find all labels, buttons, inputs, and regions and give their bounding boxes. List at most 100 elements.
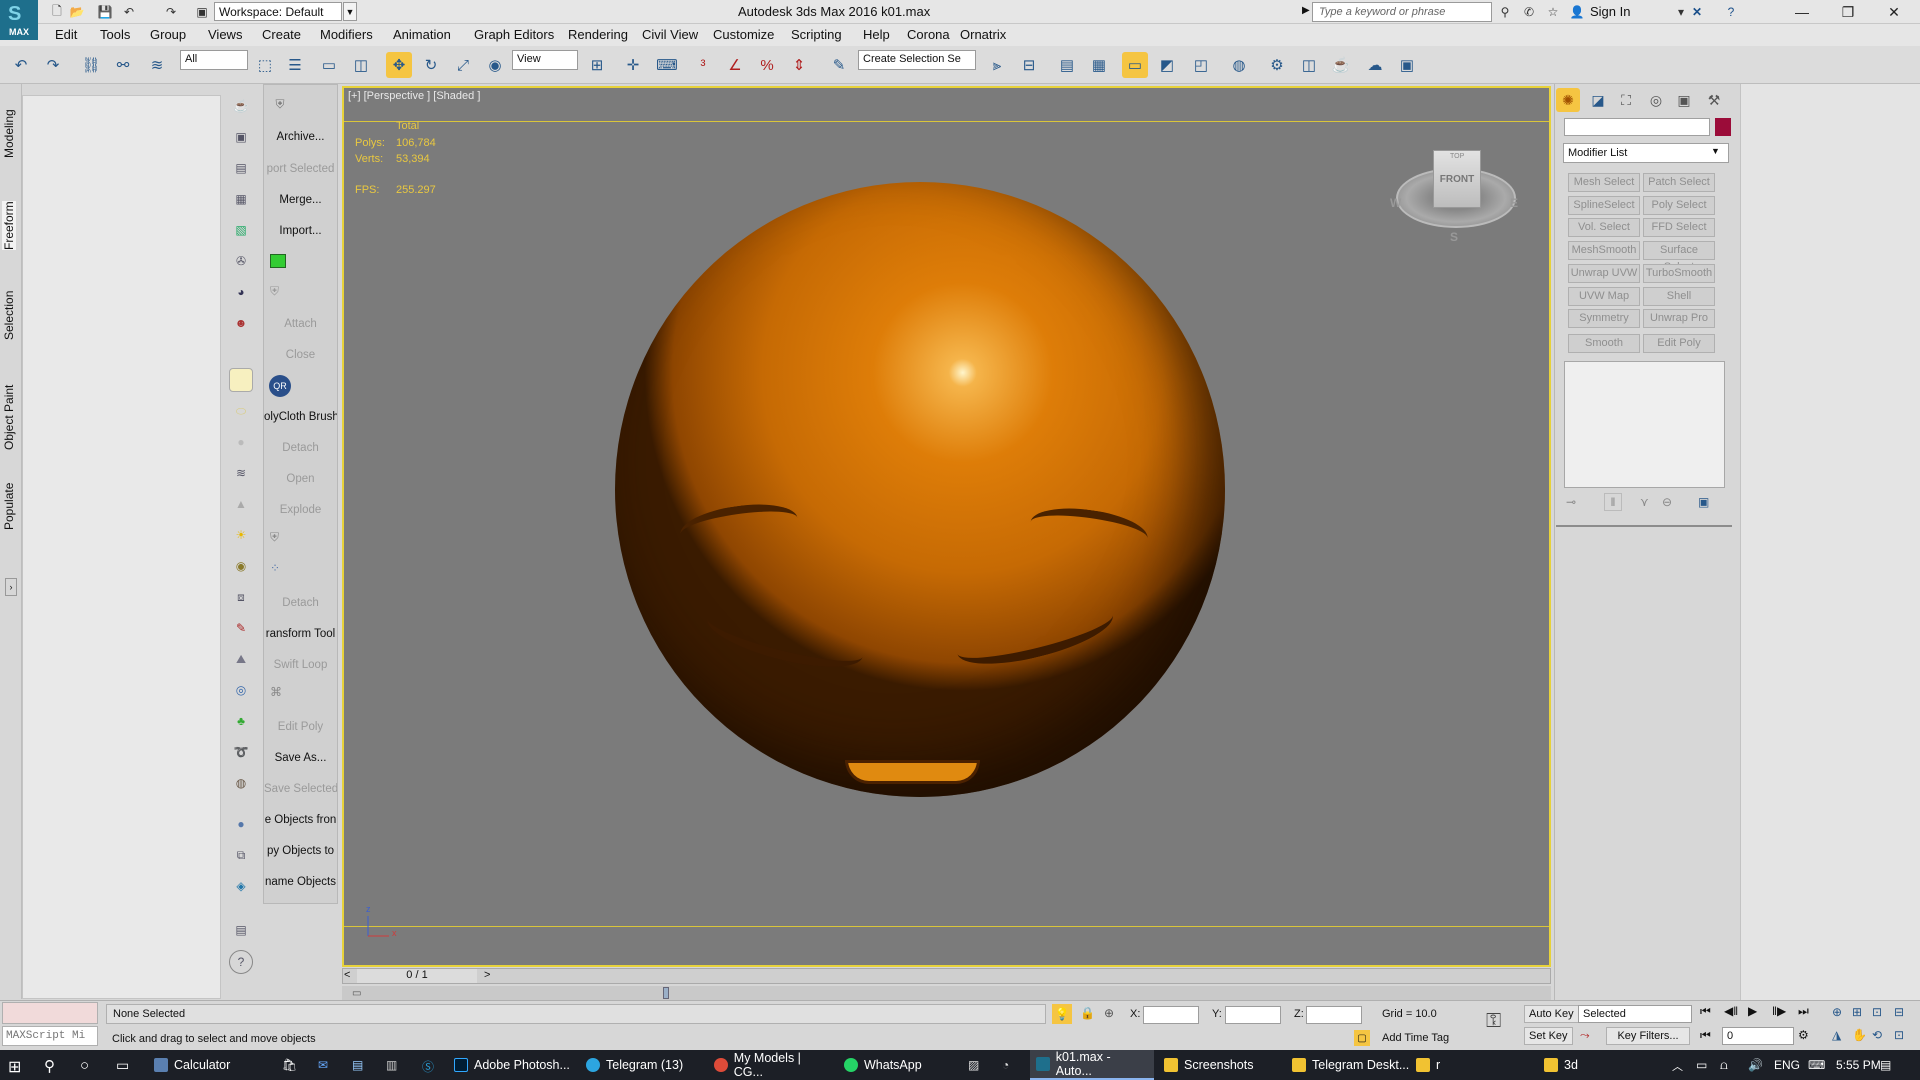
search-icon[interactable]: ⚲ <box>44 1057 55 1075</box>
percent-snap-icon[interactable]: % <box>754 52 780 78</box>
volume-icon[interactable]: 🔊 <box>1748 1058 1763 1072</box>
modifier-list-dropdown[interactable]: Modifier List <box>1563 143 1729 163</box>
object-color-swatch[interactable] <box>1715 118 1731 136</box>
modifier-button[interactable]: Smooth <box>1568 334 1640 353</box>
utilities-tab-icon[interactable]: ⚒ <box>1702 88 1726 112</box>
time-next-button[interactable]: > <box>484 969 490 981</box>
pin-stack-icon[interactable]: ⊸ <box>1566 495 1576 509</box>
layers-icon[interactable]: ⧉ <box>229 843 253 867</box>
pivot-center-icon[interactable]: ⊞ <box>584 52 610 78</box>
bust-icon[interactable]: ◕ <box>229 280 253 304</box>
sphere-icon[interactable]: ● <box>229 430 253 454</box>
modifier-button[interactable]: Edit Poly <box>1643 334 1715 353</box>
maxscript-mini-listener[interactable]: MAXScript Mi <box>2 1026 98 1046</box>
mirror-icon[interactable]: ⫸ <box>984 52 1010 78</box>
go-to-start-icon[interactable]: ⏮ <box>1700 1004 1711 1019</box>
attach-button[interactable]: Attach <box>264 318 337 330</box>
sign-in-link[interactable]: Sign In <box>1590 4 1630 19</box>
maximize-viewport-icon[interactable]: ⊡ <box>1894 1028 1904 1042</box>
select-object-icon[interactable]: ⬚ <box>252 52 278 78</box>
tab-populate[interactable]: Populate <box>2 483 16 530</box>
field-of-view-icon[interactable]: ◮ <box>1832 1028 1841 1042</box>
notifications-icon[interactable]: ▤ <box>1880 1058 1891 1072</box>
modifier-stack[interactable] <box>1564 361 1725 488</box>
app-logo-button[interactable]: S MAX <box>0 0 38 40</box>
auto-key-button[interactable]: Auto Key <box>1524 1005 1579 1023</box>
time-frame-indicator[interactable]: 0 / 1 <box>357 969 477 983</box>
keyboard-icon[interactable]: ⌨ <box>1808 1058 1825 1072</box>
modifier-button[interactable]: Poly Select <box>1643 196 1715 215</box>
new-file-icon[interactable]: 🗋 <box>48 3 66 21</box>
ribbon-expand-icon[interactable]: › <box>5 578 17 596</box>
key-mode-dropdown[interactable]: Selected <box>1578 1005 1692 1023</box>
modifier-button[interactable]: Symmetry <box>1568 309 1640 328</box>
taskbar-item[interactable]: 3d <box>1538 1050 1666 1080</box>
app-icon[interactable]: ▥ <box>386 1058 397 1072</box>
communication-icon[interactable]: ✆ <box>1520 3 1538 21</box>
menu-animation[interactable]: Animation <box>393 27 451 42</box>
globe-icon[interactable]: ◎ <box>229 678 253 702</box>
sun-icon[interactable]: ☀ <box>229 523 253 547</box>
menu-rendering[interactable]: Rendering <box>568 27 628 42</box>
modifier-button[interactable]: Shell <box>1643 287 1715 306</box>
modifier-button[interactable]: Unwrap UVW <box>1568 264 1640 283</box>
z-coordinate-field[interactable] <box>1306 1006 1362 1024</box>
modify-tab-icon[interactable]: ◪ <box>1586 88 1610 112</box>
ellipse-icon[interactable]: ⬭ <box>229 399 253 423</box>
copy-objects-button[interactable]: py Objects to <box>264 845 337 857</box>
taskbar-item[interactable]: Telegram Deskt... <box>1286 1050 1422 1080</box>
spider-icon[interactable]: ⌘ <box>270 685 282 699</box>
bind-space-warp-icon[interactable]: ≋ <box>144 52 170 78</box>
emoji-sphere-model[interactable] <box>615 182 1225 797</box>
menu-create[interactable]: Create <box>262 27 301 42</box>
angle-snap-icon[interactable]: ∠ <box>722 52 748 78</box>
detach-button-2[interactable]: Detach <box>264 597 337 609</box>
time-slider[interactable] <box>342 968 1551 984</box>
document-icon[interactable]: ▤ <box>229 156 253 180</box>
chevron-down-icon[interactable]: ▼ <box>1711 146 1720 156</box>
menu-customize[interactable]: Customize <box>713 27 774 42</box>
unlink-icon[interactable]: ⚯ <box>110 52 136 78</box>
taskbar-item[interactable]: Adobe Photosh... <box>448 1050 578 1080</box>
workspace-dropdown[interactable]: Workspace: Default <box>214 2 342 21</box>
time-config-icon[interactable]: ⚙ <box>1798 1028 1809 1042</box>
render-setup-icon[interactable]: ⚙ <box>1264 52 1290 78</box>
edit-poly-button[interactable]: Edit Poly <box>264 721 337 733</box>
modifier-button[interactable]: Unwrap Pro <box>1643 309 1715 328</box>
mini-curve-editor-icon[interactable]: ▭ <box>352 988 361 999</box>
rendered-frame-window-icon[interactable]: ◫ <box>1296 52 1322 78</box>
select-by-name-icon[interactable]: ☰ <box>282 52 308 78</box>
show-end-result-icon[interactable]: ‖ <box>1604 493 1622 511</box>
scale-icon[interactable]: ⤢ <box>450 52 476 78</box>
curve-editor-icon[interactable]: ◩ <box>1154 52 1180 78</box>
sphere-texture-icon[interactable]: ◍ <box>229 771 253 795</box>
character-icon[interactable]: ☻ <box>229 311 253 335</box>
screen-icon[interactable] <box>270 254 286 268</box>
binoculars-icon[interactable]: ⚲ <box>1496 3 1514 21</box>
modifier-button[interactable]: Vol. Select <box>1568 218 1640 237</box>
chevron-up-icon[interactable]: ︿ <box>1672 1058 1683 1074</box>
zoom-extents-all-icon[interactable]: ⊟ <box>1894 1005 1904 1019</box>
store-icon[interactable]: 🛍 <box>282 1058 297 1072</box>
edit-named-selection-icon[interactable]: ✎ <box>826 52 852 78</box>
orbit-icon[interactable]: ⟲ <box>1872 1028 1882 1042</box>
go-to-end-icon[interactable]: ⏭ <box>1798 1004 1809 1019</box>
key-icon[interactable]: ⚿ <box>1486 1010 1501 1033</box>
rotate-icon[interactable]: ↻ <box>418 52 444 78</box>
menu-modifiers[interactable]: Modifiers <box>320 27 373 42</box>
move-icon[interactable]: ✥ <box>386 52 412 78</box>
named-selection-dropdown[interactable]: Create Selection Se <box>858 50 976 70</box>
modifier-button[interactable]: MeshSmooth <box>1568 241 1640 260</box>
merge-button[interactable]: Merge... <box>264 194 337 206</box>
motion-tab-icon[interactable]: ◎ <box>1644 88 1668 112</box>
viewport-label[interactable]: [+] [Perspective ] [Shaded ] <box>348 90 480 102</box>
add-time-tag-button[interactable]: Add Time Tag <box>1382 1032 1449 1044</box>
network-icon[interactable]: ⩍ <box>1720 1058 1728 1073</box>
zoom-extents-icon[interactable]: ⊡ <box>1872 1005 1882 1019</box>
menu-help[interactable]: Help <box>863 27 890 42</box>
scene-explorer-panel[interactable] <box>22 95 221 999</box>
settings-panel-icon[interactable]: ▤ <box>229 918 253 942</box>
detach-button[interactable]: Detach <box>264 442 337 454</box>
close-button[interactable]: ✕ <box>1871 0 1917 24</box>
render-production-icon[interactable]: ☕ <box>1328 52 1354 78</box>
